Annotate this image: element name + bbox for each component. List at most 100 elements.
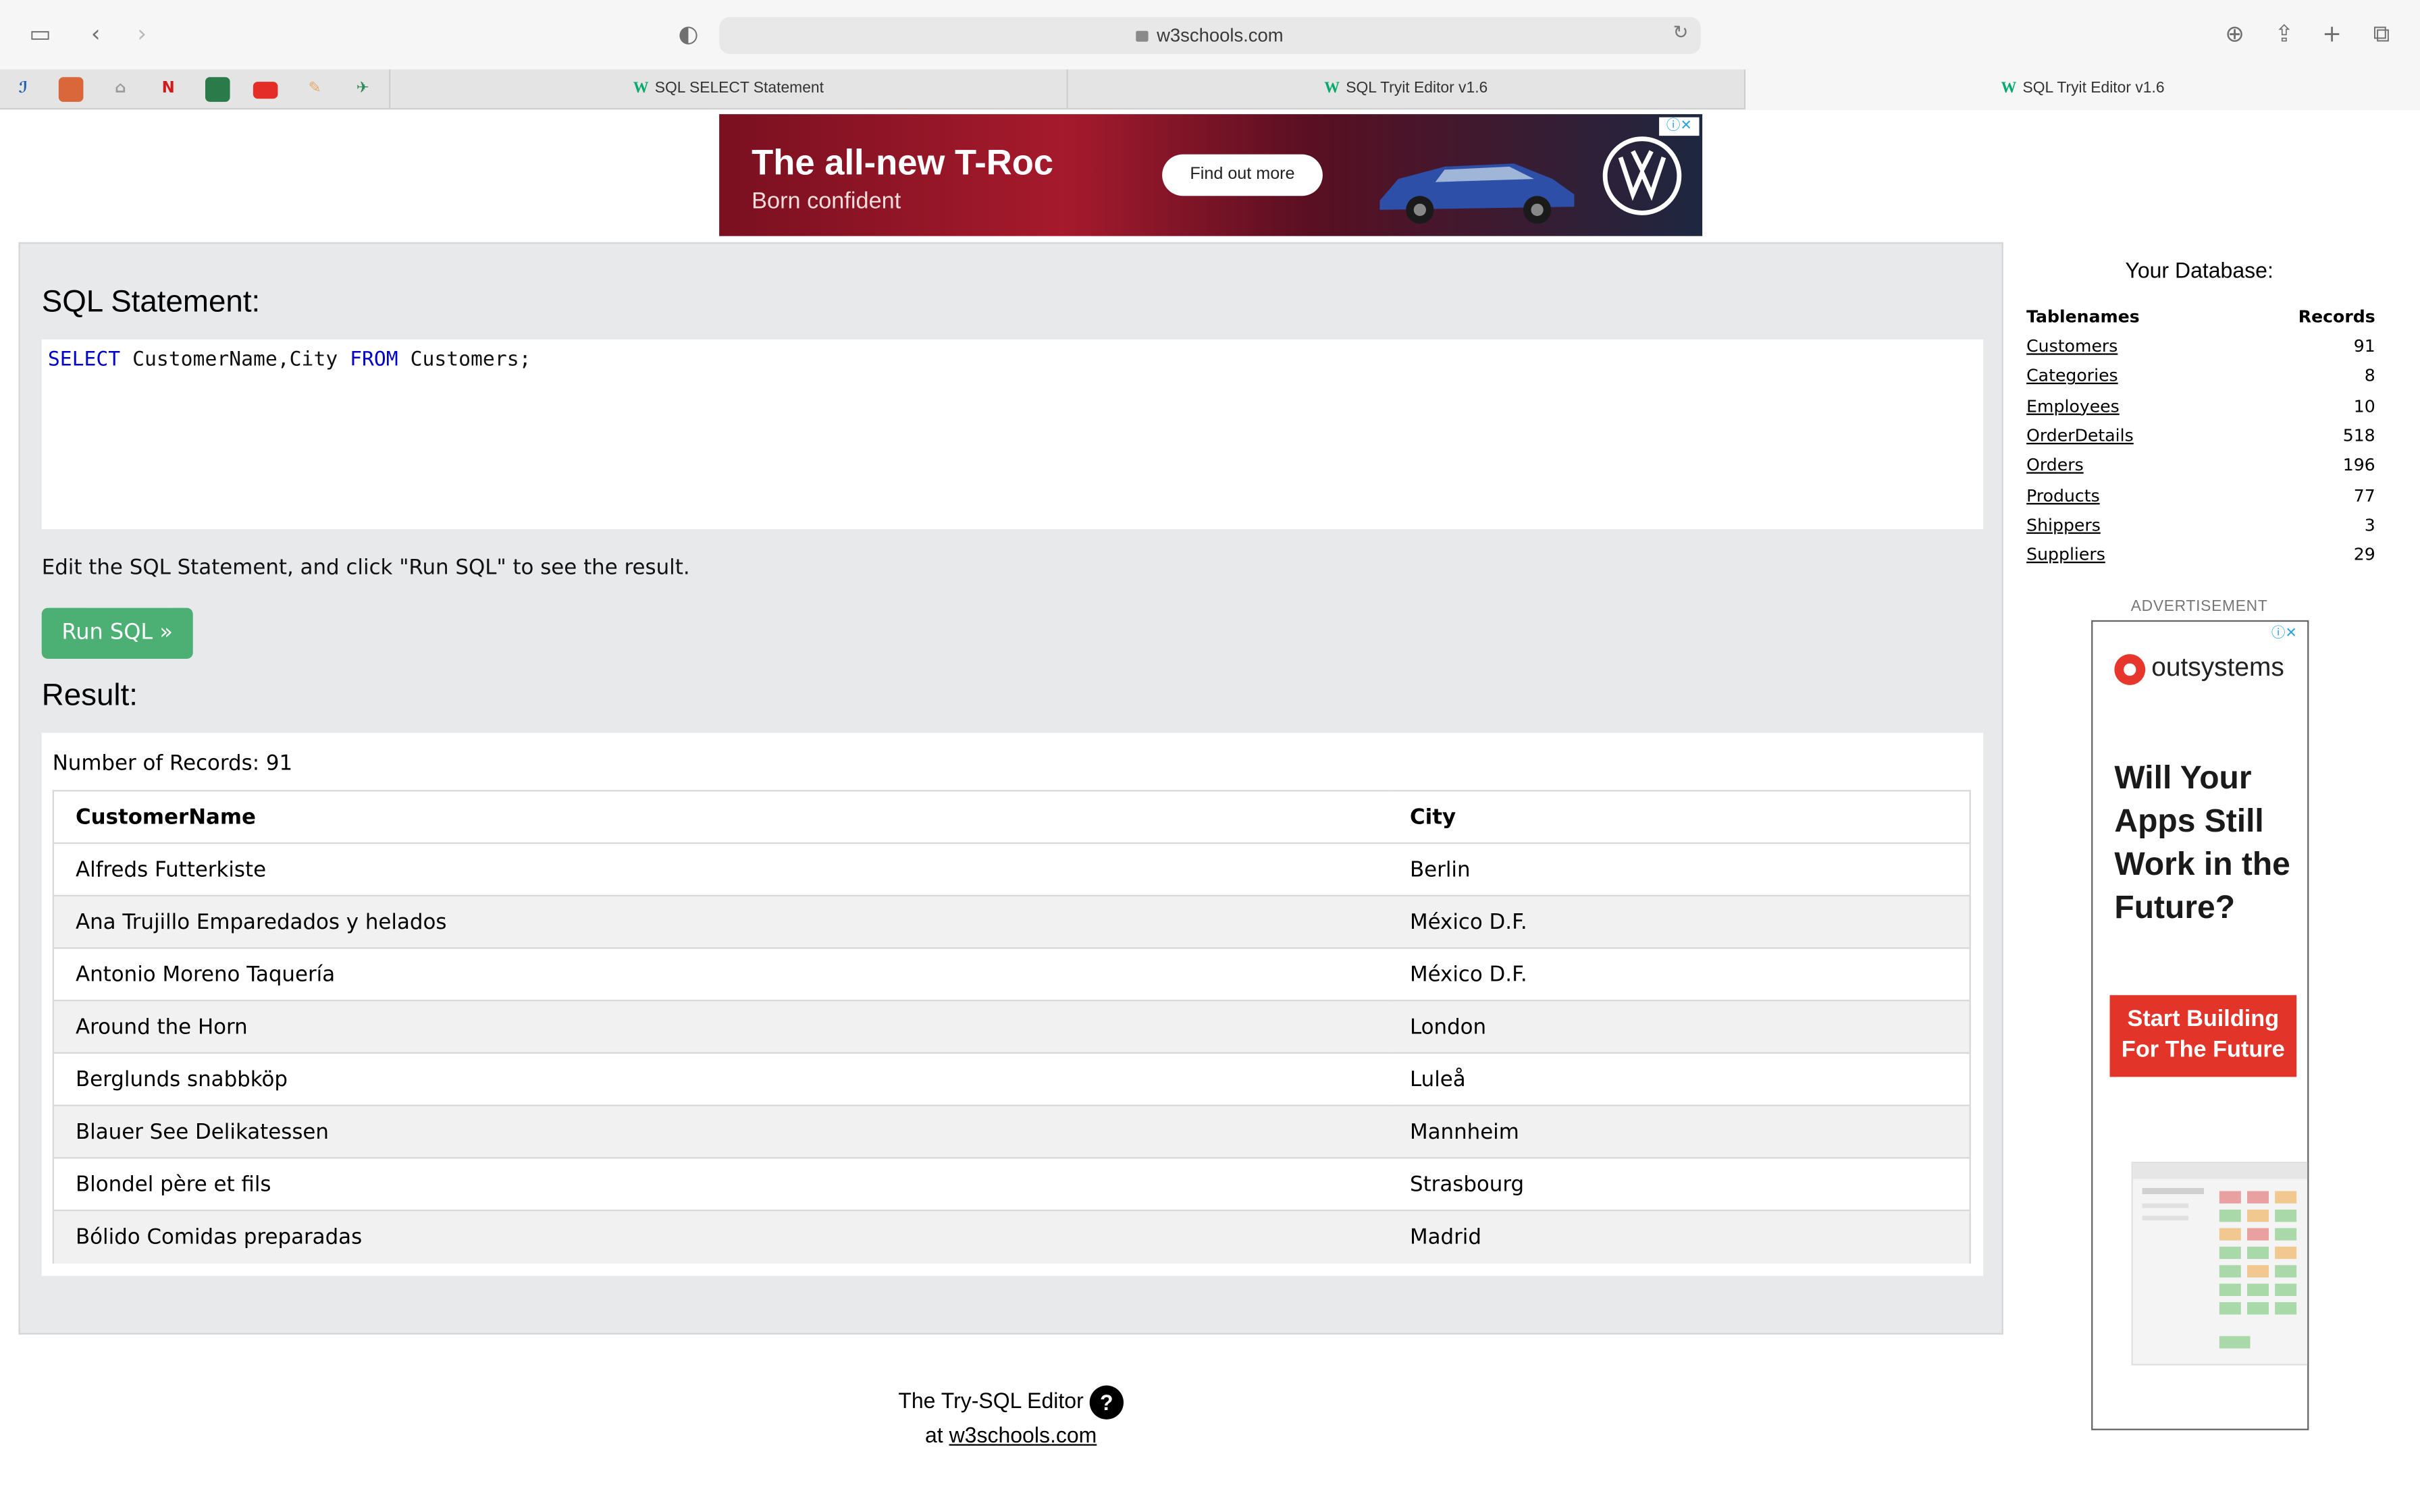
- list-item: Customers 91: [2026, 331, 2375, 361]
- ad-close-icon[interactable]: ⓘ✕: [1659, 117, 1700, 136]
- browser-toolbar: ▭ ‹ › ◐ w3schools.com ↻ ⊕ ⇪ + ⧉: [0, 0, 2420, 70]
- bookmark-favicon[interactable]: ℐ: [11, 77, 36, 102]
- record-count-value: 518: [2342, 425, 2375, 446]
- tab-sql-select[interactable]: W SQL SELECT Statement: [388, 69, 1066, 110]
- record-count-value: 91: [2353, 336, 2375, 357]
- table-row: Ana Trujillo Emparedados y helados México…: [53, 894, 1970, 948]
- sql-editor[interactable]: SELECT CustomerName,City FROM Customers;: [41, 339, 1984, 529]
- ad-banner[interactable]: The all-new T-Roc Born confident Find ou…: [719, 114, 1703, 236]
- sql-statement-heading: SQL Statement:: [41, 285, 261, 320]
- table-link-customers[interactable]: Customers: [2026, 337, 2118, 357]
- table-cell: Blauer See Delikatessen: [53, 1104, 1388, 1158]
- table-cell: Strasbourg: [1388, 1157, 1970, 1211]
- bookmark-favicon[interactable]: ✈: [350, 77, 375, 102]
- sql-keyword: SELECT: [47, 348, 121, 372]
- ad-subline: Born confident: [752, 188, 901, 215]
- table-link-shippers[interactable]: Shippers: [2026, 515, 2101, 535]
- table-cell: Ana Trujillo Emparedados y helados: [53, 894, 1388, 948]
- database-table: Tablenames Records Customers 91 Categorie…: [2026, 302, 2375, 570]
- list-item: OrderDetails 518: [2026, 421, 2375, 451]
- outsystems-logo: outsystems: [2114, 653, 2284, 684]
- column-header: Tablenames: [2026, 306, 2140, 327]
- table-link-suppliers[interactable]: Suppliers: [2026, 545, 2105, 565]
- table-link-employees[interactable]: Employees: [2026, 396, 2120, 416]
- result-table: CustomerName City Alfreds Futterkiste Ber…: [52, 790, 1971, 1263]
- footer-title: The Try-SQL Editor: [898, 1388, 1084, 1413]
- reload-icon[interactable]: ↻: [1673, 22, 1689, 43]
- tab-tryit-1[interactable]: W SQL Tryit Editor v1.6: [1066, 69, 1743, 110]
- table-link-products[interactable]: Products: [2026, 485, 2100, 506]
- list-item: Categories 8: [2026, 362, 2375, 392]
- table-cell: Mannheim: [1388, 1104, 1970, 1158]
- table-row: Bólido Comidas preparadas Madrid: [53, 1209, 1970, 1263]
- bookmark-favicon[interactable]: [58, 77, 84, 102]
- address-bar[interactable]: w3schools.com ↻: [719, 17, 1701, 54]
- bookmark-favicon[interactable]: ✎: [302, 77, 327, 102]
- bookmark-favicon[interactable]: ⌂: [108, 77, 133, 102]
- table-link-orders[interactable]: Orders: [2026, 456, 2084, 476]
- youtube-icon[interactable]: [253, 82, 278, 99]
- privacy-shield-icon[interactable]: ◐: [673, 18, 704, 49]
- lock-icon: [1136, 30, 1149, 42]
- help-icon[interactable]: ?: [1089, 1385, 1124, 1420]
- table-cell: Luleå: [1388, 1052, 1970, 1106]
- table-row: Alfreds Futterkiste Berlin: [53, 842, 1970, 896]
- sql-keyword: FROM: [350, 348, 398, 372]
- url-text: w3schools.com: [1157, 24, 1284, 47]
- record-count-value: 77: [2353, 485, 2375, 506]
- record-count-value: 10: [2353, 396, 2375, 416]
- side-ad-headline: Will Your Apps Still Work in the Future?: [2114, 760, 2290, 926]
- netflix-icon[interactable]: N: [156, 77, 181, 102]
- back-icon[interactable]: ‹: [80, 18, 111, 49]
- table-cell: México D.F.: [1388, 947, 1970, 1001]
- record-count-value: 196: [2342, 456, 2375, 476]
- side-ad[interactable]: ⓘ✕ outsystems Will Your Apps Still Work …: [2091, 620, 2309, 1430]
- table-row: Blauer See Delikatessen Mannheim: [53, 1104, 1970, 1158]
- w3schools-link[interactable]: w3schools.com: [949, 1422, 1097, 1447]
- ad-close-icon[interactable]: ⓘ✕: [2264, 624, 2305, 644]
- table-row: Blondel père et fils Strasbourg: [53, 1157, 1970, 1211]
- table-row: Around the Horn London: [53, 1000, 1970, 1053]
- tab-overview-icon[interactable]: ⧉: [2366, 18, 2397, 49]
- downloads-icon[interactable]: ⊕: [2219, 18, 2251, 49]
- table-row: Berglunds snabbköp Luleå: [53, 1052, 1970, 1106]
- bookmark-favicon[interactable]: [205, 77, 230, 102]
- table-cell: Around the Horn: [53, 1000, 1388, 1053]
- share-icon[interactable]: ⇪: [2269, 18, 2300, 49]
- sql-text: CustomerName,City: [120, 348, 350, 372]
- sql-text: Customers;: [398, 348, 531, 372]
- tab-tryit-2[interactable]: W SQL Tryit Editor v1.6: [1743, 69, 2420, 110]
- run-sql-button[interactable]: Run SQL »: [41, 608, 193, 659]
- forward-icon[interactable]: ›: [126, 18, 157, 49]
- record-count-value: 8: [2364, 366, 2375, 387]
- vw-logo-icon: [1602, 136, 1682, 215]
- sidebar-toggle-icon[interactable]: ▭: [25, 18, 56, 49]
- edit-instructions: Edit the SQL Statement, and click "Run S…: [41, 555, 690, 580]
- column-header: Records: [2298, 306, 2375, 327]
- list-item: Suppliers 29: [2026, 540, 2375, 570]
- ad-headline: The all-new T-Roc: [752, 142, 1054, 182]
- table-link-orderdetails[interactable]: OrderDetails: [2026, 426, 2134, 446]
- table-cell: Berlin: [1388, 842, 1970, 896]
- result-heading: Result:: [41, 678, 138, 713]
- table-cell: Blondel père et fils: [53, 1157, 1388, 1211]
- table-cell: Bólido Comidas preparadas: [53, 1209, 1388, 1263]
- table-cell: Berglunds snabbköp: [53, 1052, 1388, 1106]
- column-header: City: [1388, 790, 1970, 844]
- table-row: Antonio Moreno Taquería México D.F.: [53, 947, 1970, 1001]
- column-header: CustomerName: [53, 790, 1388, 844]
- list-item: Employees 10: [2026, 392, 2375, 421]
- table-cell: Madrid: [1388, 1209, 1970, 1263]
- new-tab-icon[interactable]: +: [2317, 18, 2348, 49]
- car-image: [1379, 163, 1575, 224]
- ad-cta-button[interactable]: Find out more: [1162, 154, 1323, 196]
- list-item: Shippers 3: [2026, 510, 2375, 540]
- table-link-categories[interactable]: Categories: [2026, 367, 2118, 387]
- side-ad-cta-button[interactable]: Start Building For The Future: [2109, 995, 2297, 1077]
- footer-at: at: [924, 1422, 943, 1447]
- table-cell: Antonio Moreno Taquería: [53, 947, 1388, 1001]
- record-count-value: 29: [2353, 545, 2375, 566]
- table-cell: México D.F.: [1388, 894, 1970, 948]
- table-cell: Alfreds Futterkiste: [53, 842, 1388, 896]
- footer: The Try-SQL Editor ? at w3schools.com: [772, 1385, 1251, 1447]
